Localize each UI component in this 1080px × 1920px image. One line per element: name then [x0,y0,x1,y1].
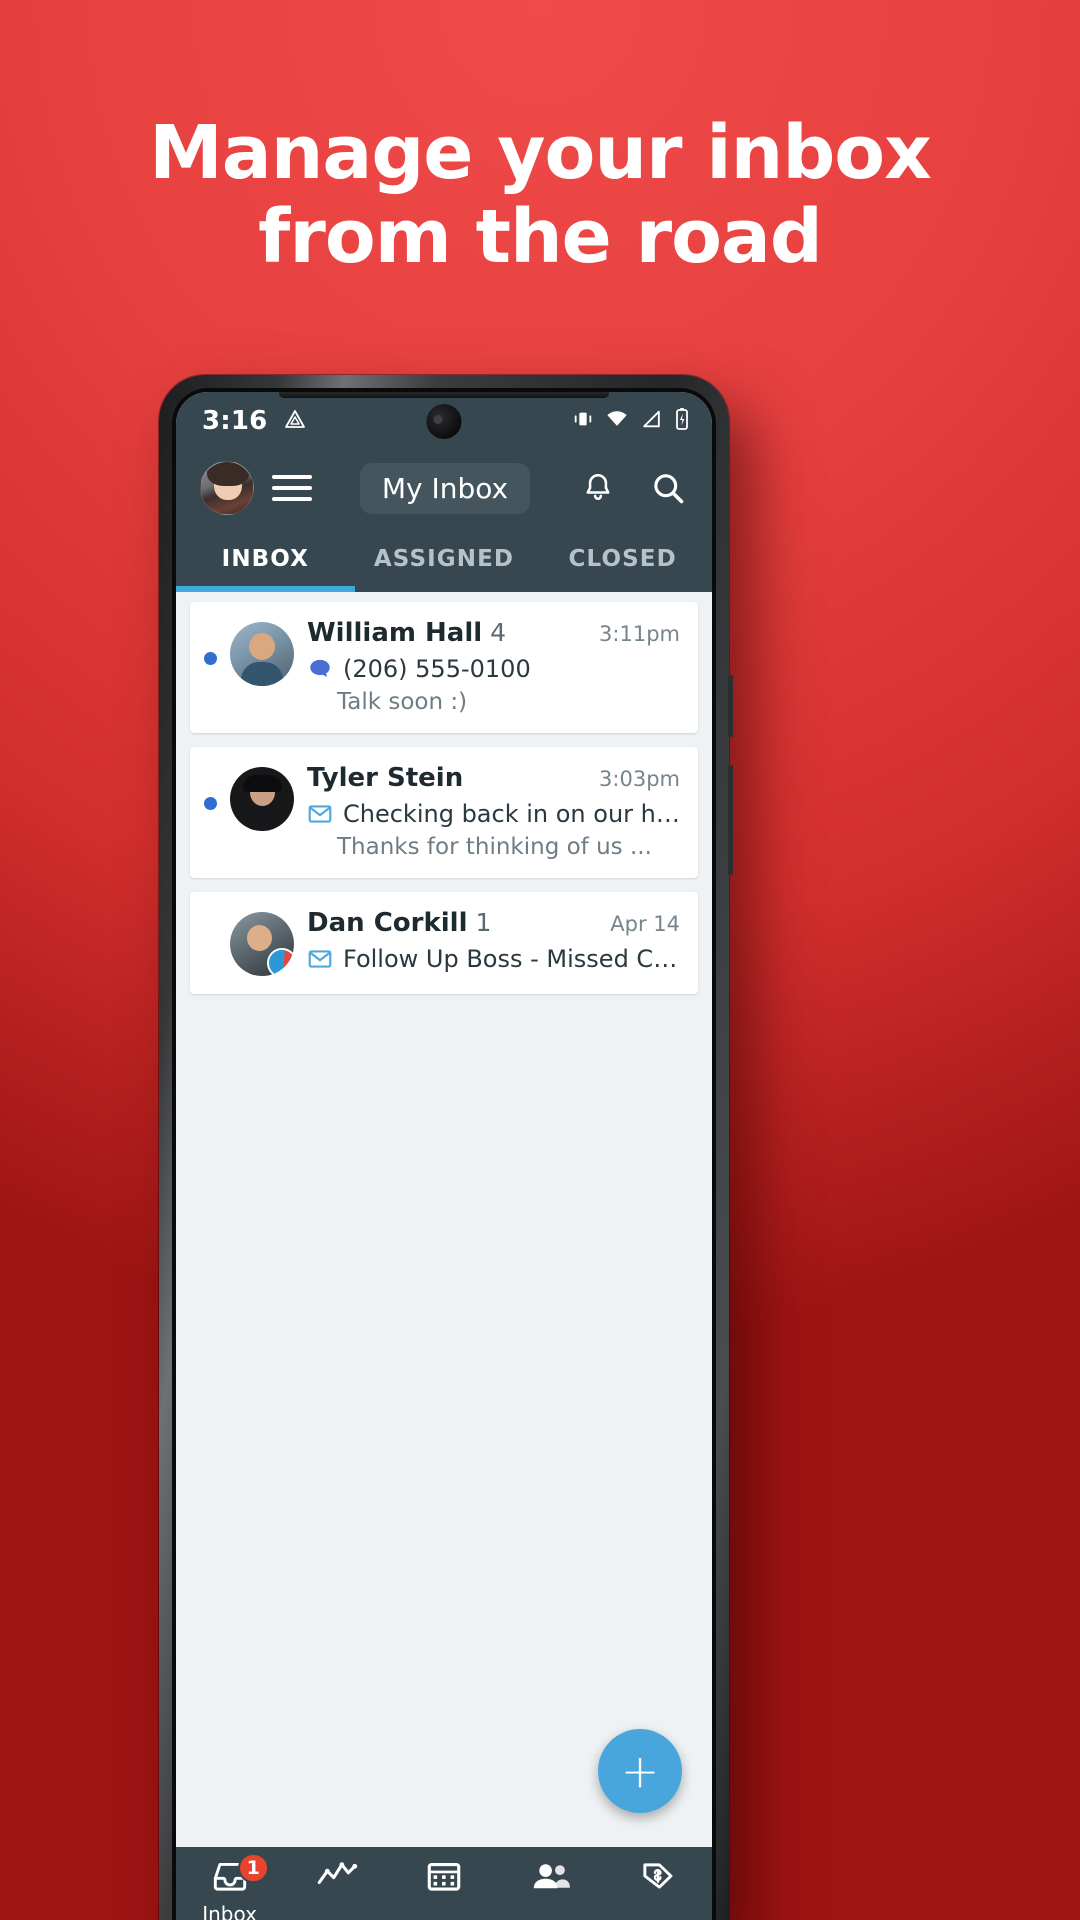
nav-item-activity[interactable] [283,1859,390,1902]
phone-screen: 3:16 My Inbox INBOX ASSIGNED CLOSED Will… [176,392,712,1920]
message-count: 4 [490,618,507,647]
avatar [230,767,294,831]
nav-item-inbox[interactable]: Inbox 1 [176,1853,283,1920]
status-bar: 3:16 [176,392,712,450]
message-sender: William Hall [307,618,483,648]
message-count: 1 [475,908,492,937]
unread-indicator-placeholder [204,908,217,976]
unread-indicator [204,652,217,665]
unread-indicator [204,797,217,810]
status-bar-left: 3:16 [202,406,307,436]
app-bar-actions [578,468,688,508]
phone-volume-button [728,675,733,737]
status-time: 3:16 [202,406,268,436]
battery-icon [674,407,690,436]
tab-inbox[interactable]: INBOX [176,526,355,592]
message-subject: Checking back in on our home search [343,800,680,828]
bottom-navigation: Inbox 1 [176,1847,712,1920]
promo-headline: Manage your inbox from the road [0,110,1080,280]
wifi-icon [605,408,629,435]
email-icon [307,801,333,827]
table-row[interactable]: William Hall 4 3:11pm (206) 555-0100 Tal… [190,602,698,733]
tab-closed[interactable]: CLOSED [533,526,712,592]
message-content: Tyler Stein 3:03pm Checking back in on o… [307,763,680,860]
activity-chart-icon [316,1859,358,1898]
status-badge: 1 [237,1853,269,1883]
message-sender: Tyler Stein [307,763,464,793]
chat-bubble-icon [307,656,333,682]
drive-triangle-icon [283,407,307,436]
message-list: William Hall 4 3:11pm (206) 555-0100 Tal… [176,592,712,1847]
add-button[interactable]: + [598,1729,682,1813]
message-subject: (206) 555-0100 [343,655,531,683]
hamburger-menu-icon[interactable] [272,473,312,503]
message-content: William Hall 4 3:11pm (206) 555-0100 Tal… [307,618,680,715]
message-content: Dan Corkill 1 Apr 14 Follow Up Boss - Mi… [307,908,680,976]
tab-assigned[interactable]: ASSIGNED [355,526,534,592]
people-icon [531,1859,571,1898]
message-subject: Follow Up Boss - Missed Call [343,945,680,973]
phone-mockup: 3:16 My Inbox INBOX ASSIGNED CLOSED Will… [159,375,733,1920]
tab-bar: INBOX ASSIGNED CLOSED [176,526,712,592]
phone-speaker [279,392,609,398]
calendar-icon [426,1859,462,1898]
phone-power-button [728,765,733,875]
search-icon[interactable] [648,468,688,508]
front-camera [426,404,462,439]
message-timestamp: 3:11pm [599,622,680,646]
bell-icon[interactable] [578,468,618,508]
email-icon [307,946,333,972]
avatar [230,912,294,976]
message-sender: Dan Corkill [307,908,468,938]
message-preview: Talk soon :) [337,689,468,715]
deals-tag-icon [641,1859,675,1898]
source-badge-icon [267,948,294,976]
app-bar: My Inbox [176,450,712,526]
signal-icon [640,408,663,435]
status-bar-right [572,407,690,436]
message-timestamp: Apr 14 [610,912,680,936]
avatar[interactable] [200,461,254,515]
message-preview: Thanks for thinking of us ... [337,834,652,860]
message-timestamp: 3:03pm [599,767,680,791]
avatar [230,622,294,686]
headline-line-2: from the road [258,193,823,280]
plus-icon: + [620,1744,660,1798]
nav-item-calendar[interactable] [390,1859,497,1902]
nav-item-people[interactable] [498,1859,605,1902]
nav-item-deals[interactable] [605,1859,712,1902]
table-row[interactable]: Dan Corkill 1 Apr 14 Follow Up Boss - Mi… [190,892,698,994]
nav-label-inbox: Inbox [202,1902,257,1920]
page-title[interactable]: My Inbox [359,462,531,514]
phone-bezel: 3:16 My Inbox INBOX ASSIGNED CLOSED Will… [172,388,716,1920]
table-row[interactable]: Tyler Stein 3:03pm Checking back in on o… [190,747,698,878]
vibrate-icon [572,408,594,435]
headline-line-1: Manage your inbox [149,110,932,196]
